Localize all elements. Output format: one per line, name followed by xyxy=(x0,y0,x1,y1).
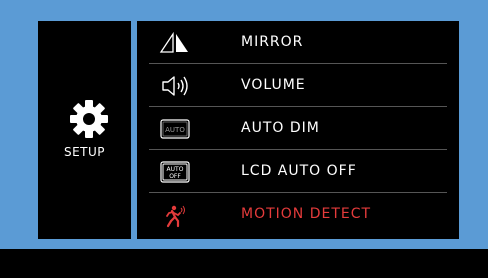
menu-label-auto-dim: AUTO DIM xyxy=(241,120,320,136)
menu-label-volume: VOLUME xyxy=(241,77,306,93)
menu-item-volume[interactable]: VOLUME xyxy=(137,64,459,107)
menu-item-mirror[interactable]: MIRROR xyxy=(137,21,459,64)
lcd-icon-text-off: OFF xyxy=(169,173,181,180)
menu-label-lcd-auto-off: LCD AUTO OFF xyxy=(241,163,357,179)
lcd-icon-text-auto: AUTO xyxy=(167,166,184,173)
setup-panel[interactable]: SETUP xyxy=(38,21,131,239)
menu-item-motion-detect[interactable]: MOTION DETECT xyxy=(137,193,459,236)
gear-icon xyxy=(70,100,108,138)
screen-frame: SETUP MIRROR VOLUME AUTO AUTO DIM AUTO O… xyxy=(0,0,488,249)
menu-item-auto-dim[interactable]: AUTO AUTO DIM xyxy=(137,107,459,150)
setup-label: SETUP xyxy=(63,145,106,159)
lcd-auto-off-icon: AUTO OFF xyxy=(160,161,190,183)
mirror-icon xyxy=(159,31,188,53)
bottom-bar xyxy=(0,249,488,278)
setup-menu: MIRROR VOLUME AUTO AUTO DIM AUTO OFF LCD… xyxy=(137,21,459,239)
menu-label-motion-detect: MOTION DETECT xyxy=(241,206,372,222)
volume-icon xyxy=(162,76,188,96)
auto-dim-icon-text: AUTO xyxy=(165,126,185,134)
auto-dim-icon: AUTO xyxy=(160,119,190,139)
menu-item-lcd-auto-off[interactable]: AUTO OFF LCD AUTO OFF xyxy=(137,150,459,193)
menu-label-mirror: MIRROR xyxy=(241,34,304,50)
motion-detect-icon xyxy=(166,205,185,228)
